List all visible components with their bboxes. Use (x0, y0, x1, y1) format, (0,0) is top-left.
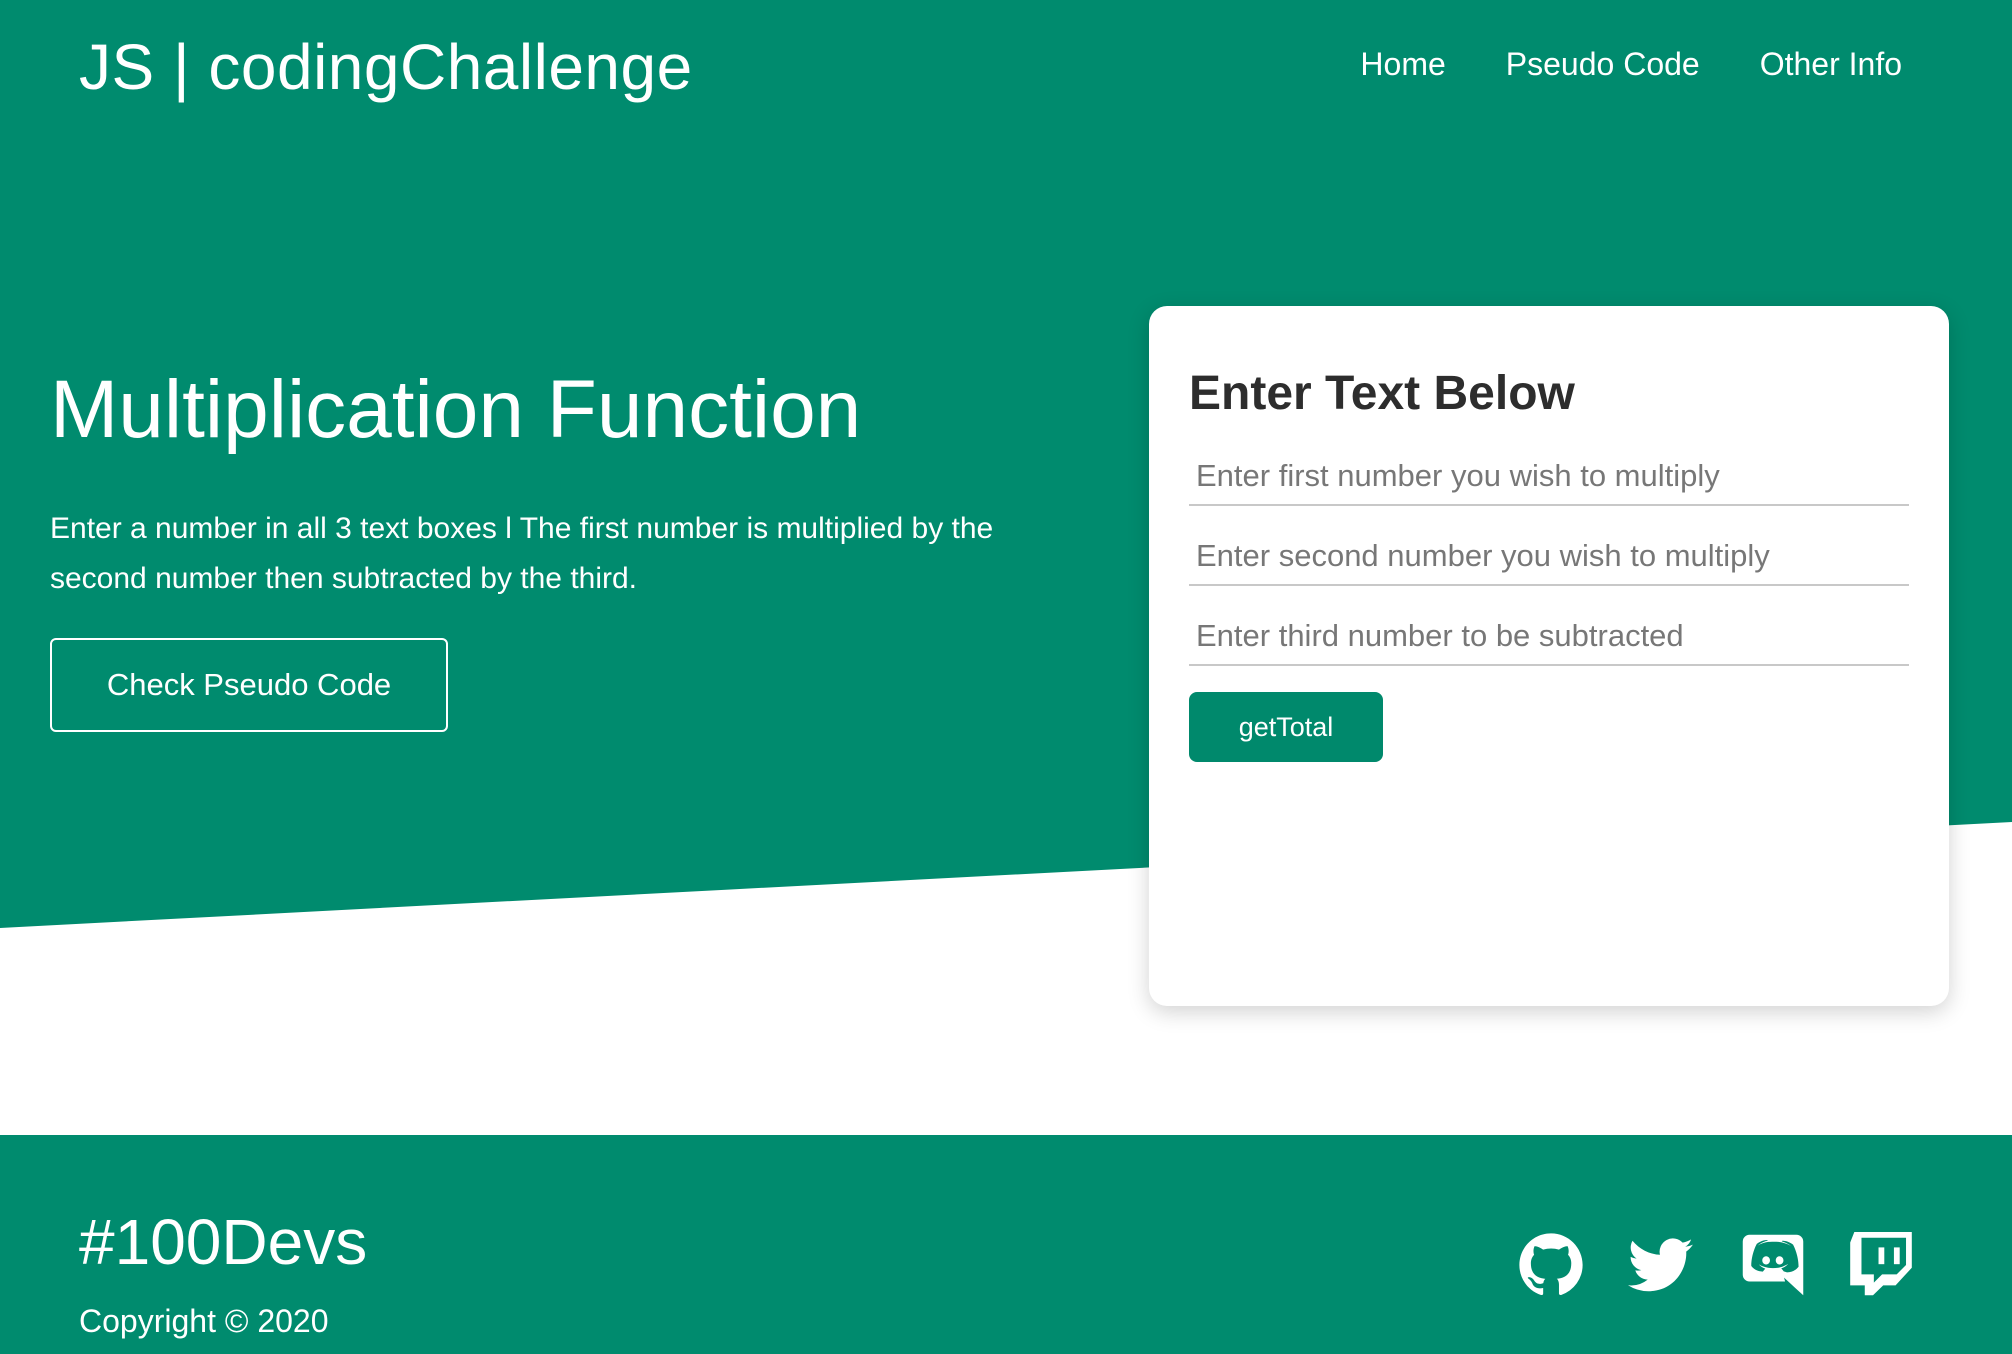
footer-title: #100Devs (79, 1206, 368, 1278)
hero-section: Multiplication Function Enter a number i… (50, 360, 1090, 732)
copyright-text: Copyright © 2020 (79, 1303, 329, 1339)
nav-links: Home Pseudo Code Other Info (1360, 46, 1902, 83)
brand-logo[interactable]: JS | codingChallenge (79, 30, 693, 104)
hero-title: Multiplication Function (50, 364, 862, 455)
card-title: Enter Text Below (1189, 367, 1575, 420)
second-number-input[interactable] (1189, 528, 1909, 586)
nav-link-home[interactable]: Home (1360, 46, 1445, 83)
get-total-button[interactable]: getTotal (1189, 692, 1383, 762)
twitch-icon[interactable] (1848, 1232, 1914, 1298)
footer: #100Devs Copyright © 2020 (0, 1135, 2012, 1354)
check-pseudo-code-button[interactable]: Check Pseudo Code (50, 638, 448, 732)
discord-icon[interactable] (1740, 1232, 1806, 1298)
first-number-input[interactable] (1189, 448, 1909, 506)
hero-description: Enter a number in all 3 text boxes l The… (50, 512, 994, 595)
twitter-icon[interactable] (1628, 1232, 1694, 1298)
nav-link-other-info[interactable]: Other Info (1760, 46, 1902, 83)
input-card: Enter Text Below getTotal (1149, 306, 1949, 1006)
third-number-input[interactable] (1189, 608, 1909, 666)
nav-link-pseudo-code[interactable]: Pseudo Code (1506, 46, 1700, 83)
navbar: JS | codingChallenge Home Pseudo Code Ot… (0, 0, 2012, 135)
github-icon[interactable] (1518, 1232, 1584, 1298)
